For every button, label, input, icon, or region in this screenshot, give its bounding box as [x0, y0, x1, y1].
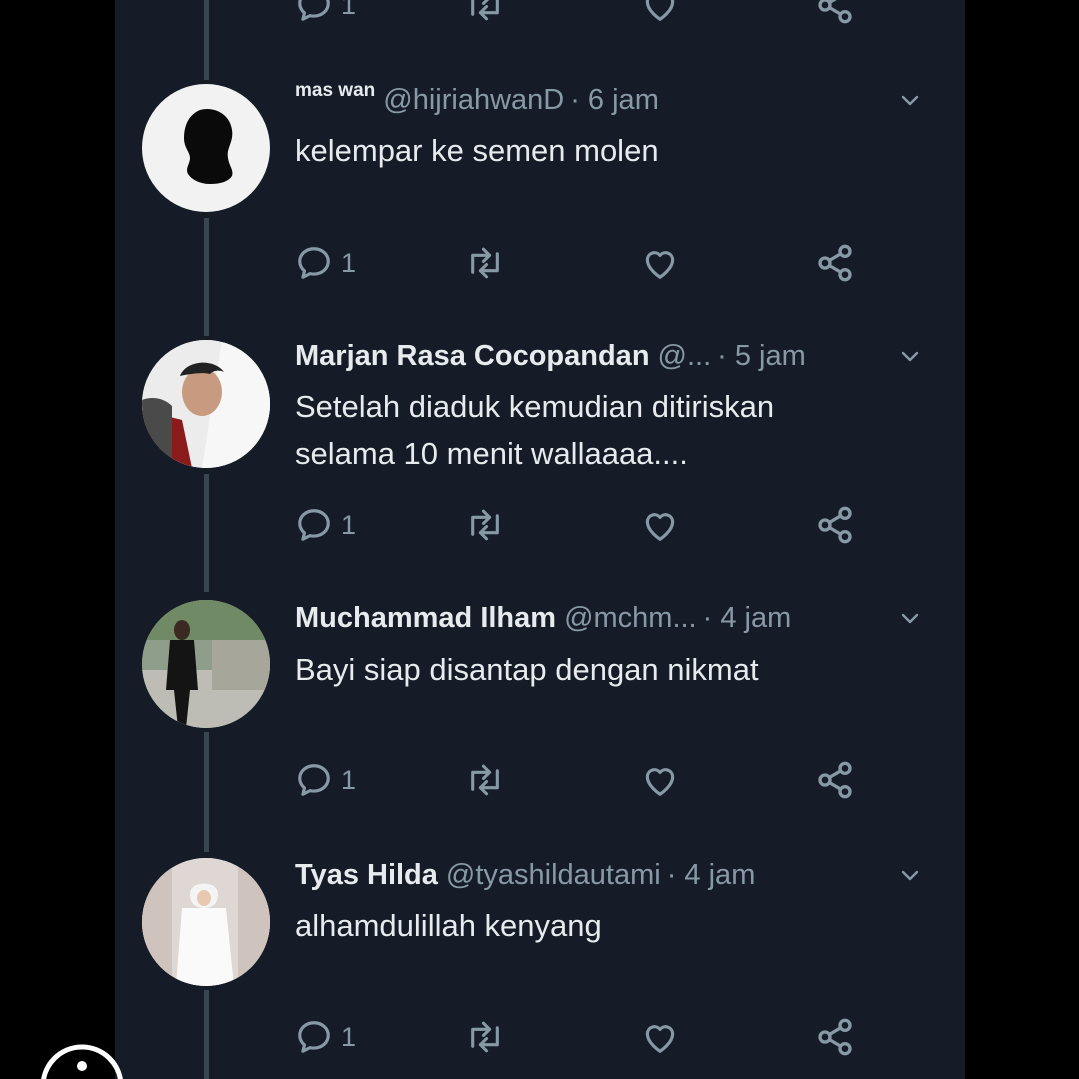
- reply-count: 1: [341, 0, 357, 20]
- tweet-actions: 1: [295, 757, 875, 803]
- reply-button[interactable]: 1: [295, 1014, 356, 1060]
- profile-photo-image: [142, 600, 270, 728]
- thread-line: [204, 0, 209, 80]
- avatar[interactable]: [142, 858, 270, 986]
- share-button[interactable]: [815, 240, 855, 286]
- chevron-down-icon[interactable]: [897, 863, 923, 887]
- like-button[interactable]: [640, 757, 680, 803]
- like-button[interactable]: [640, 502, 680, 548]
- reply-icon: [298, 247, 330, 279]
- chevron-down-icon[interactable]: [897, 344, 923, 368]
- user-handle[interactable]: @...: [658, 340, 712, 373]
- tweet-text-line: alhamdulillah kenyang: [295, 908, 602, 943]
- share-button[interactable]: [815, 0, 855, 28]
- user-handle[interactable]: @mchm...: [564, 602, 697, 635]
- retweet-button[interactable]: [465, 1014, 505, 1060]
- tweet-text: kelempar ke semen molen: [295, 127, 905, 174]
- tweet-text: Setelah diaduk kemudian ditiriskan selam…: [295, 383, 905, 477]
- share-icon: [818, 761, 852, 799]
- chevron-down-icon[interactable]: [897, 88, 923, 112]
- heart-icon: [645, 513, 675, 541]
- tweet-header: mas wan @hijriahwanD · 6 jam: [295, 80, 945, 120]
- avatar[interactable]: [142, 600, 270, 728]
- heart-icon: [645, 251, 675, 279]
- reply-button[interactable]: 1: [295, 502, 356, 548]
- reply-count: 1: [341, 764, 357, 795]
- tweet-actions: 1: [295, 1014, 875, 1060]
- tweet-thread-panel: 1 mas wan @hijriahwanD · 6 jam kelempar …: [115, 0, 965, 1079]
- share-icon: [818, 0, 852, 24]
- reply-button[interactable]: 1: [295, 757, 356, 803]
- reply-count: 1: [341, 247, 357, 278]
- like-button[interactable]: [640, 0, 680, 28]
- retweet-button[interactable]: [465, 0, 505, 28]
- reply-icon: [298, 764, 330, 796]
- reply-count: 1: [341, 1021, 357, 1052]
- tweet-text: alhamdulillah kenyang: [295, 902, 905, 949]
- thread-line: [204, 990, 209, 1079]
- tweet-actions: 1: [295, 502, 875, 548]
- user-handle[interactable]: @hijriahwanD: [383, 84, 564, 117]
- thread-line: [204, 474, 209, 592]
- display-name[interactable]: Tyas Hilda: [295, 859, 438, 892]
- share-icon: [818, 506, 852, 544]
- retweet-icon: [471, 1021, 499, 1053]
- retweet-button[interactable]: [465, 502, 505, 548]
- share-icon: [818, 244, 852, 282]
- tweet-text-line: kelempar ke semen molen: [295, 133, 659, 168]
- display-name[interactable]: Marjan Rasa Cocopandan: [295, 340, 650, 373]
- thread-line: [204, 732, 209, 852]
- user-handle[interactable]: @tyashildautami: [446, 859, 661, 892]
- tweet-text-line: selama 10 menit wallaaaa....: [295, 436, 688, 471]
- reply-icon: [298, 0, 330, 21]
- share-icon: [818, 1018, 852, 1056]
- retweet-icon: [471, 764, 499, 796]
- tweet-time: · 4 jam: [702, 601, 792, 634]
- tweet-time: · 4 jam: [666, 858, 756, 891]
- avatar[interactable]: [142, 84, 270, 212]
- heart-icon: [645, 768, 675, 796]
- reply-button[interactable]: 1: [295, 240, 356, 286]
- retweet-button[interactable]: [465, 240, 505, 286]
- retweet-icon: [471, 0, 499, 21]
- silhouette-avatar-image: [184, 108, 233, 184]
- display-name[interactable]: mas wan: [295, 80, 375, 102]
- tweet-header: Muchammad Ilham @mchm... · 4 jam: [295, 598, 945, 638]
- share-button[interactable]: [815, 757, 855, 803]
- tweet-header: Marjan Rasa Cocopandan @... · 5 jam: [295, 336, 945, 376]
- share-button[interactable]: [815, 502, 855, 548]
- tweet-time: · 6 jam: [570, 83, 659, 116]
- retweet-icon: [471, 509, 499, 541]
- retweet-button[interactable]: [465, 757, 505, 803]
- reply-button[interactable]: 1: [295, 0, 356, 28]
- like-button[interactable]: [640, 240, 680, 286]
- profile-photo-image: [142, 340, 270, 468]
- tweet-text-line: Setelah diaduk kemudian ditiriskan: [295, 389, 775, 424]
- like-button[interactable]: [640, 1014, 680, 1060]
- profile-photo-image: [142, 858, 270, 986]
- share-button[interactable]: [815, 1014, 855, 1060]
- reply-icon: [298, 1021, 330, 1053]
- retweet-icon: [471, 247, 499, 279]
- display-name[interactable]: Muchammad Ilham: [295, 602, 556, 635]
- tweet-actions: 1: [295, 240, 875, 286]
- avatar[interactable]: [142, 340, 270, 468]
- info-icon[interactable]: [38, 1042, 126, 1079]
- reply-icon: [298, 509, 330, 541]
- tweet-actions-partial: 1: [295, 0, 875, 28]
- tweet-text-line: Bayi siap disantap dengan nikmat: [295, 652, 759, 687]
- thread-line: [204, 218, 209, 336]
- tweet-header: Tyas Hilda @tyashildautami · 4 jam: [295, 855, 945, 895]
- reply-count: 1: [341, 509, 357, 540]
- screenshot-stage: 1 mas wan @hijriahwanD · 6 jam kelempar …: [0, 0, 1079, 1079]
- chevron-down-icon[interactable]: [897, 606, 923, 630]
- heart-icon: [645, 0, 675, 21]
- tweet-time: · 5 jam: [717, 339, 806, 372]
- heart-icon: [645, 1025, 675, 1053]
- tweet-text: Bayi siap disantap dengan nikmat: [295, 646, 905, 693]
